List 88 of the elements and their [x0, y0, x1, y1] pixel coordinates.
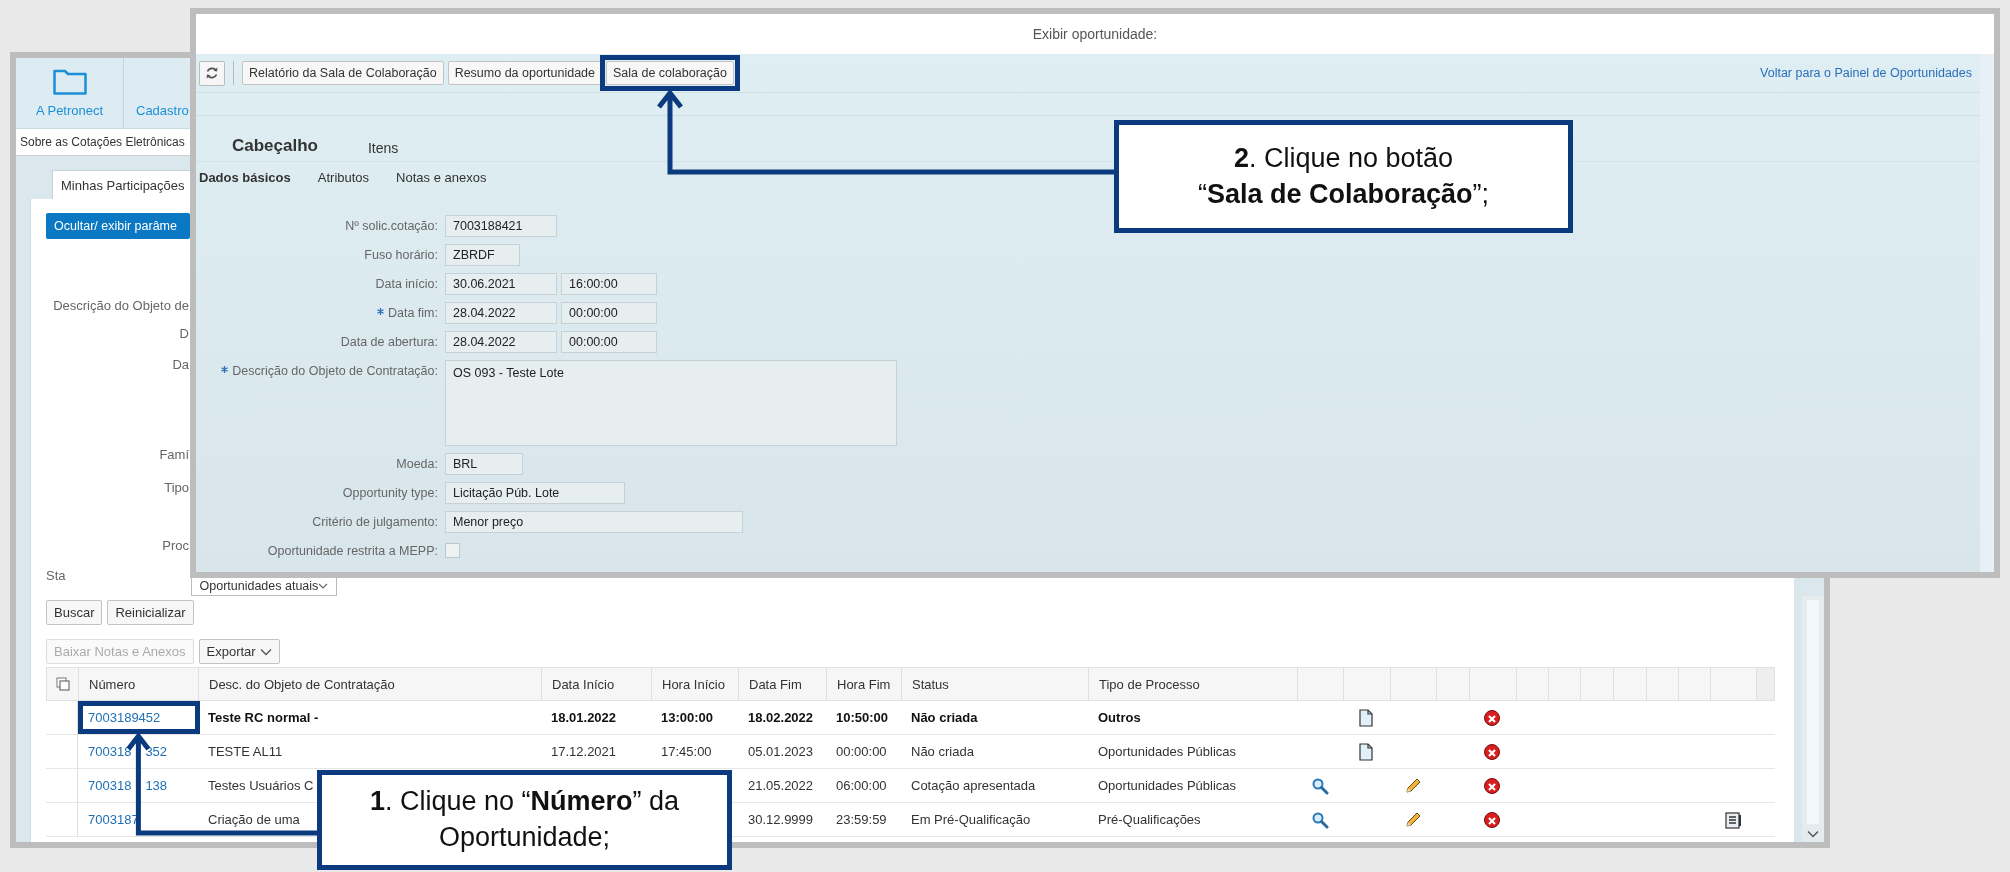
- opportunity-number-link[interactable]: 700318: [88, 778, 132, 793]
- column-header[interactable]: Hora Início: [652, 668, 739, 700]
- table-cell: 30.12.9999: [748, 812, 814, 827]
- column-header[interactable]: Data Início: [542, 668, 652, 700]
- section-tab[interactable]: Cabeçalho: [232, 136, 318, 157]
- input-field[interactable]: 7003188421: [445, 215, 557, 237]
- callout-note: 1. Clique no “Número” da Oportunidade;: [317, 770, 732, 870]
- opportunity-number-link[interactable]: 352: [145, 744, 168, 759]
- input-field[interactable]: Licitação Púb. Lote: [445, 482, 625, 504]
- input-field[interactable]: ZBRDF: [445, 244, 520, 266]
- window-title: Exibir oportunidade:: [196, 14, 1994, 54]
- input-field[interactable]: 16:00:00: [561, 273, 657, 295]
- input-field[interactable]: 28.04.2022: [445, 331, 557, 353]
- subtab[interactable]: Atributos: [317, 170, 370, 185]
- table-cell: Não criada: [911, 744, 974, 759]
- table-cell: 06:00:00: [836, 778, 887, 793]
- filter-label: Da: [171, 357, 189, 374]
- table-cell: 18.02.2022: [748, 710, 814, 725]
- opportunity-number-link[interactable]: 138: [145, 778, 168, 793]
- toggle-parameters-button[interactable]: Ocultar/ exibir parâme: [46, 213, 190, 239]
- field-label: Moeda:: [396, 457, 438, 471]
- input-field[interactable]: 28.04.2022: [445, 302, 557, 324]
- table-cell: Em Pré-Qualificação: [911, 812, 1031, 827]
- field-label: Data de abertura:: [340, 335, 438, 349]
- text-area[interactable]: OS 093 - Teste Lote: [445, 360, 897, 446]
- nav-tile-label: Cadastro: [136, 103, 189, 118]
- subtab[interactable]: Dados básicos: [199, 170, 291, 185]
- table-row[interactable]: 700318 352 TESTE AL11 17.12.2021 17:45:00 05.01.2023 00:00:00 Não criada Oportunidades Públicas: [46, 735, 1775, 769]
- field-label: Data início:: [375, 277, 438, 291]
- section-tab[interactable]: Itens: [368, 140, 399, 157]
- table-cell: 17:45:00: [661, 744, 712, 759]
- field-label: Fuso horário:: [364, 248, 438, 262]
- table-cell: 10:50:00: [836, 710, 889, 725]
- table-cell: 23:59:59: [836, 812, 887, 827]
- table-cell: Teste RC normal -: [208, 710, 319, 725]
- input-field[interactable]: BRL: [445, 453, 523, 475]
- table-cell: 18.01.2022: [551, 710, 617, 725]
- action-button[interactable]: Buscar: [46, 600, 103, 625]
- field-label: Data fim:: [388, 306, 438, 320]
- column-header[interactable]: Data Fim: [739, 668, 827, 700]
- column-header[interactable]: Número: [79, 668, 199, 700]
- nav-tile-label: A Petronect: [35, 103, 104, 118]
- export-button[interactable]: Exportar: [198, 639, 280, 664]
- table-cell: Pré-Qualificações: [1098, 812, 1201, 827]
- toolbar-button[interactable]: Sala de colaboração: [606, 61, 734, 85]
- table-cell: Não criada: [911, 710, 978, 725]
- callout-note: 2. Clique no botão “Sala de Colaboração”;: [1114, 120, 1573, 233]
- input-field[interactable]: Menor preço: [445, 511, 743, 533]
- table-row[interactable]: 7003189452 Teste RC normal - 18.01.2022 13:00:00 18.02.2022 10:50:00 Não criada Outros: [46, 701, 1775, 735]
- field-label: Oportunidade restrita a MEPP:: [267, 544, 438, 558]
- field-label: Opportunity type:: [342, 486, 438, 500]
- field-label: Nº solic.cotação:: [345, 219, 438, 233]
- filter-label: Tipo: [163, 480, 189, 497]
- opportunity-number-link[interactable]: 7003187: [88, 812, 139, 827]
- dropdown-value: Oportunidades atuais: [199, 579, 319, 593]
- back-to-panel-link[interactable]: Voltar para o Painel de Oportunidades: [1760, 66, 1972, 80]
- column-header[interactable]: Status: [902, 668, 1089, 700]
- table-cell: 00:00:00: [836, 744, 887, 759]
- table-cell: 21.05.2022: [748, 778, 814, 793]
- table-cell: Cotação apresentada: [911, 778, 1036, 793]
- table-cell: Oportunidades Públicas: [1098, 744, 1237, 759]
- column-header[interactable]: Hora Fim: [827, 668, 902, 700]
- opportunity-number-link[interactable]: 700318: [88, 744, 132, 759]
- field-label: Descrição do Objeto de Contratação:: [232, 364, 438, 378]
- filter-label: Sta: [46, 568, 66, 585]
- subtab[interactable]: Notas e anexos: [396, 170, 487, 185]
- toolbar-button[interactable]: Relatório da Sala de Colaboração: [242, 61, 444, 85]
- input-field[interactable]: 00:00:00: [561, 302, 657, 324]
- input-field[interactable]: 30.06.2021: [445, 273, 557, 295]
- input-field[interactable]: 00:00:00: [561, 331, 657, 353]
- table-cell: Criação de uma: [208, 812, 300, 827]
- filter-label: Descrição do Objeto de: [52, 298, 189, 315]
- column-header[interactable]: Desc. do Objeto de Contratação: [199, 668, 542, 700]
- column-header[interactable]: Tipo de Processo: [1089, 668, 1298, 700]
- table-cell: TESTE AL11: [208, 744, 283, 759]
- table-cell: 05.01.2023: [748, 744, 814, 759]
- table-cell: 17.12.2021: [551, 744, 617, 759]
- toolbar-button[interactable]: Resumo da oportunidade: [447, 61, 602, 85]
- action-button[interactable]: Reinicializar: [107, 600, 194, 625]
- table-cell: Testes Usuários C: [208, 778, 314, 793]
- filter-label: D: [178, 326, 189, 343]
- field-label: Critério de julgamento:: [312, 515, 438, 529]
- table-cell: 13:00:00: [661, 710, 714, 725]
- filter-label: Famí: [158, 447, 189, 464]
- table-cell: Outros: [1098, 710, 1141, 725]
- filter-label: Proc: [161, 538, 189, 555]
- table-cell: Oportunidades Públicas: [1098, 778, 1237, 793]
- opportunity-number-link[interactable]: 7003189452: [88, 710, 161, 725]
